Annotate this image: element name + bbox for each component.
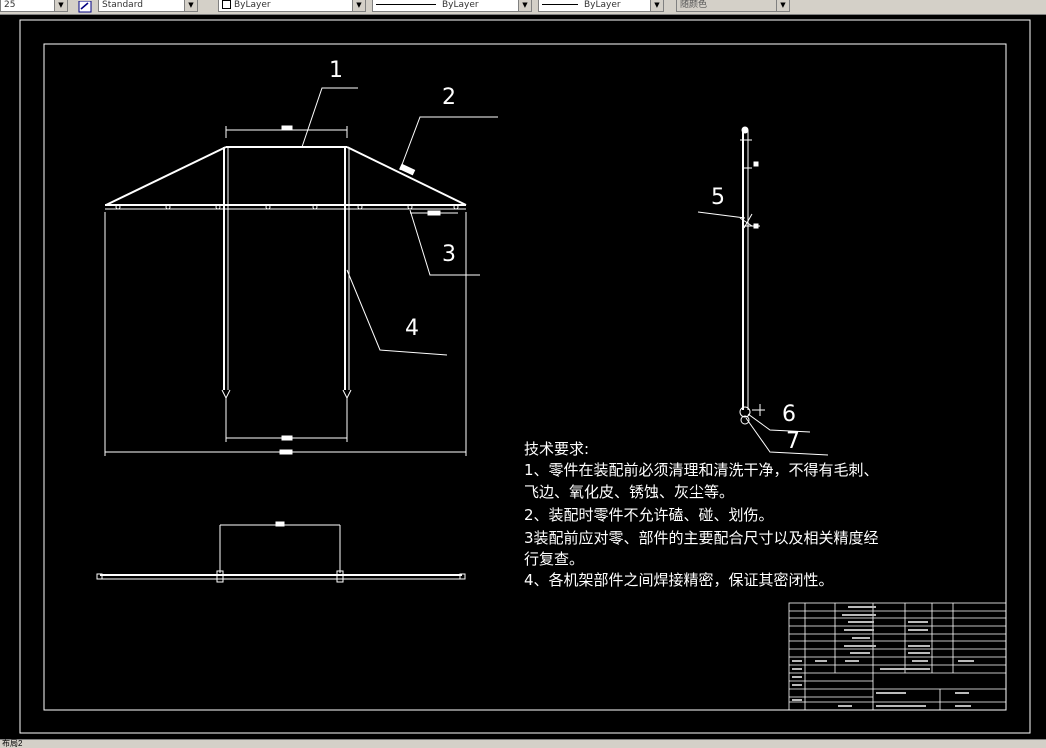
notes-title: 技术要求: bbox=[524, 440, 589, 458]
lineweight-preview-icon bbox=[542, 4, 578, 5]
balloon-labels: 1 2 3 4 5 6 7 bbox=[329, 58, 800, 454]
chevron-down-icon[interactable]: ▼ bbox=[352, 0, 365, 11]
balloon-4: 4 bbox=[405, 316, 419, 341]
note-line: 飞边、氧化皮、锈蚀、灰尘等。 bbox=[524, 483, 734, 501]
balloon-2: 2 bbox=[442, 85, 456, 110]
drawing-canvas[interactable]: 1 2 3 4 5 6 7 技术要求: 1、零件在装配前必须清理和清洗干净，不得… bbox=[0, 15, 1046, 739]
chevron-down-icon[interactable]: ▼ bbox=[184, 0, 197, 11]
properties-toolbar: 25 ▼ Standard ▼ ByLayer ▼ ByLayer ▼ ByLa… bbox=[0, 0, 1046, 15]
inner-border bbox=[43, 43, 1007, 711]
balloon-7: 7 bbox=[786, 429, 800, 454]
plotstyle-combo[interactable]: 随颜色 ▼ bbox=[676, 0, 790, 12]
top-view bbox=[96, 521, 466, 583]
text-style-value: Standard bbox=[102, 0, 143, 10]
front-view bbox=[104, 125, 467, 456]
note-line: 1、零件在装配前必须清理和清洗干净，不得有毛刺、 bbox=[524, 461, 879, 479]
lineweight-combo[interactable]: ByLayer ▼ bbox=[538, 0, 664, 12]
chevron-down-icon[interactable]: ▼ bbox=[650, 0, 663, 11]
layout-tab-bar: 布局2 bbox=[0, 739, 1046, 748]
chevron-down-icon[interactable]: ▼ bbox=[518, 0, 531, 11]
text-style-icon[interactable] bbox=[78, 0, 92, 13]
technical-notes: 技术要求: 1、零件在装配前必须清理和清洗干净，不得有毛刺、 飞边、氧化皮、锈蚀… bbox=[524, 440, 879, 589]
layer-value: ByLayer bbox=[234, 0, 271, 10]
leader-lines bbox=[301, 87, 829, 456]
drawing-svg: 1 2 3 4 5 6 7 技术要求: 1、零件在装配前必须清理和清洗干净，不得… bbox=[19, 19, 1031, 734]
balloon-1: 1 bbox=[329, 58, 343, 83]
note-line: 2、装配时零件不允许磕、碰、划伤。 bbox=[524, 506, 774, 524]
dimscale-value: 25 bbox=[4, 0, 16, 10]
note-line: 4、各机架部件之间焊接精密，保证其密闭性。 bbox=[524, 571, 834, 589]
chevron-down-icon[interactable]: ▼ bbox=[54, 0, 67, 11]
text-style-combo[interactable]: Standard ▼ bbox=[98, 0, 198, 12]
side-view bbox=[739, 126, 765, 425]
lineweight-value: ByLayer bbox=[584, 0, 621, 10]
balloon-6: 6 bbox=[782, 402, 796, 427]
linetype-combo[interactable]: ByLayer ▼ bbox=[372, 0, 532, 12]
balloon-5: 5 bbox=[711, 185, 725, 210]
dimscale-combo[interactable]: 25 ▼ bbox=[0, 0, 68, 12]
layer-combo[interactable]: ByLayer ▼ bbox=[218, 0, 366, 12]
title-block bbox=[788, 602, 1007, 711]
note-line: 3装配前应对零、部件的主要配合尺寸以及相关精度经 bbox=[524, 529, 879, 547]
linetype-preview-icon bbox=[376, 4, 436, 5]
balloon-3: 3 bbox=[442, 242, 456, 267]
linetype-value: ByLayer bbox=[442, 0, 479, 10]
note-line: 行复查。 bbox=[524, 550, 584, 568]
chevron-down-icon[interactable]: ▼ bbox=[776, 0, 789, 11]
color-swatch-icon bbox=[222, 0, 231, 9]
plotstyle-value: 随颜色 bbox=[680, 0, 708, 10]
